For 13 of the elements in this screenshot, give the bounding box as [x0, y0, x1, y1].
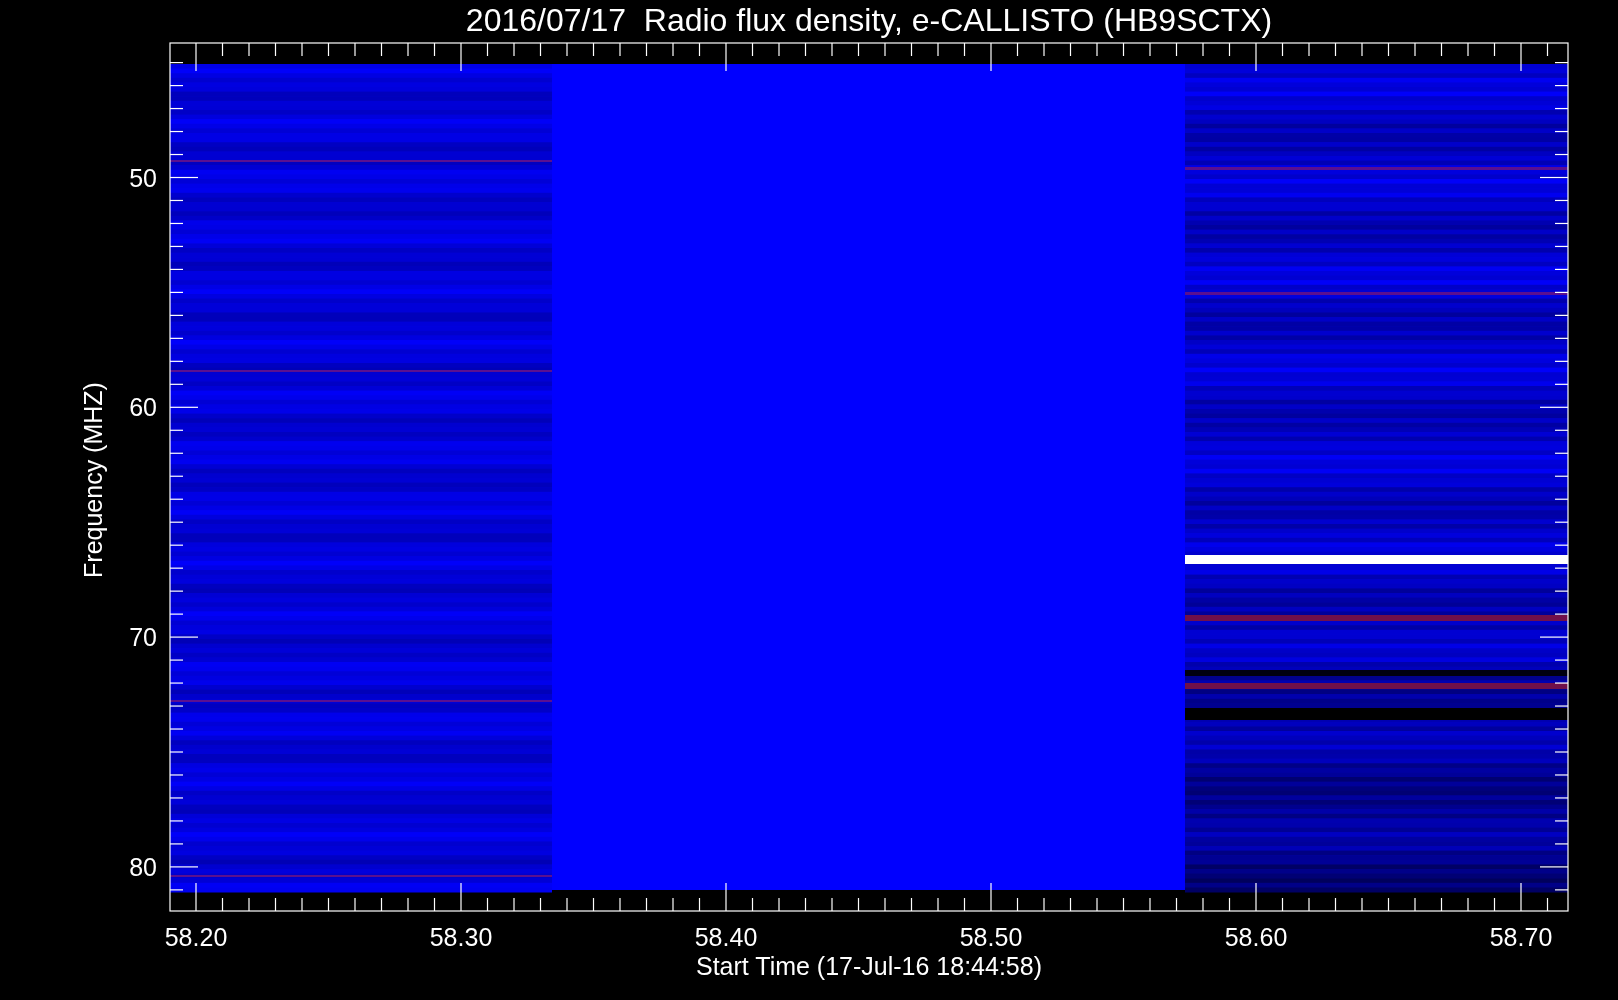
chart-title: 2016/07/17 Radio flux density, e-CALLISTO (HB9SCTX): [465, 2, 1273, 38]
x-tick-label: 58.20: [164, 923, 228, 951]
x-tick-label: 58.60: [1224, 923, 1288, 951]
x-tick-label: 58.40: [694, 923, 758, 951]
y-tick-label: 60: [129, 393, 157, 422]
x-axis-label: Start Time (17-Jul-16 18:44:58): [696, 952, 1042, 980]
x-tick-label: 58.30: [429, 923, 493, 951]
x-tick-label: 58.50: [959, 923, 1023, 951]
y-tick-label: 50: [129, 163, 157, 192]
x-tick-label: 58.70: [1489, 923, 1553, 951]
y-tick-label: 70: [129, 623, 157, 652]
y-axis-label: Frequency (MHZ): [79, 382, 107, 578]
y-tick-label: 80: [129, 852, 157, 881]
